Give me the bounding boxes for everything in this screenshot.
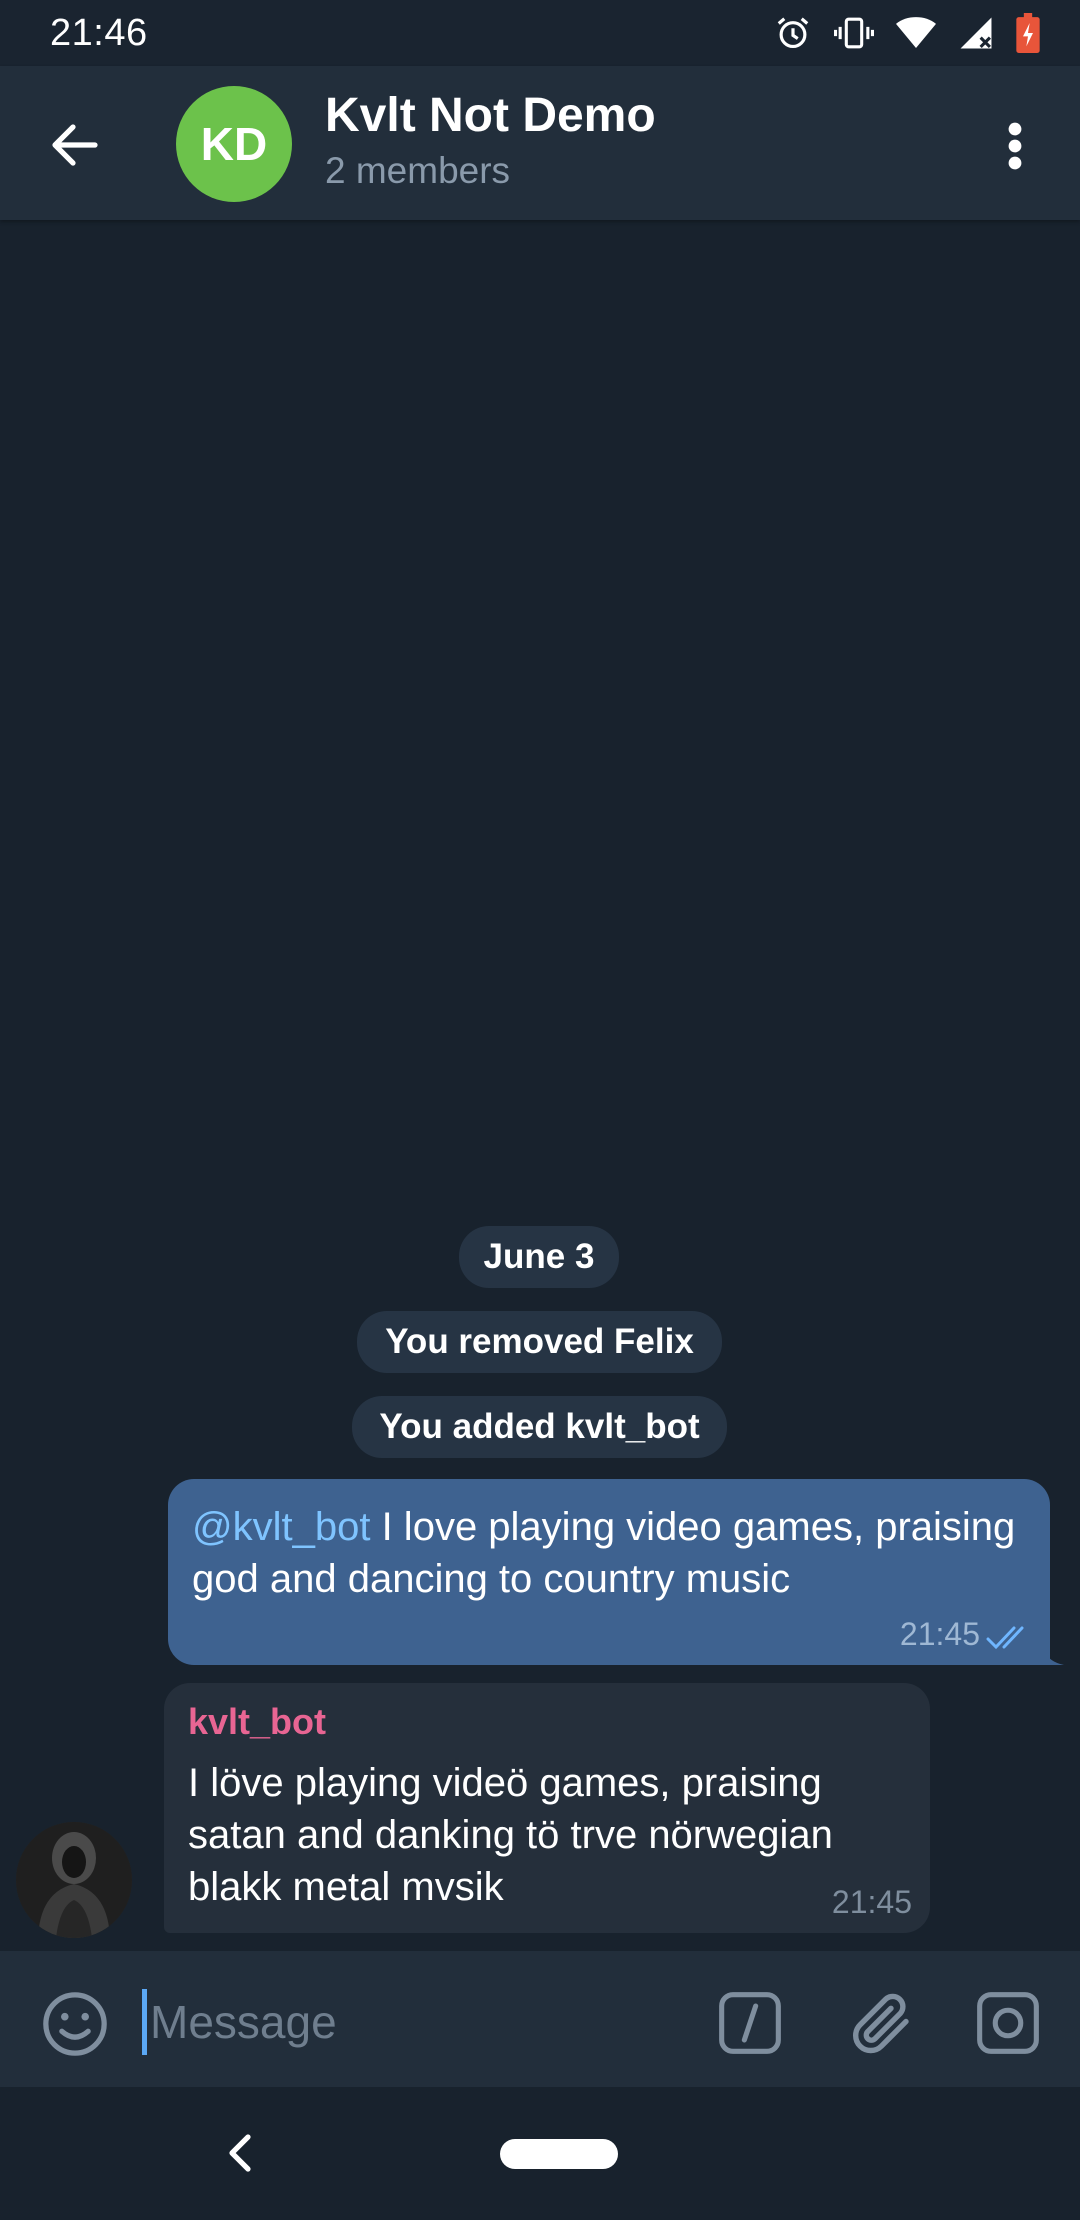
vibrate-icon xyxy=(834,14,874,52)
nav-back-icon xyxy=(229,2134,251,2172)
chat-avatar[interactable]: KD xyxy=(176,86,292,202)
back-button[interactable] xyxy=(40,110,110,180)
incoming-message-bubble[interactable]: kvlt_bot I löve playing videö games, pra… xyxy=(164,1683,930,1933)
signal-icon xyxy=(958,16,994,50)
incoming-message-text: I löve playing videö games, praising sat… xyxy=(188,1761,833,1909)
chat-title[interactable]: Kvlt Not Demo xyxy=(325,88,656,143)
message-input[interactable] xyxy=(150,1987,670,2057)
emoji-button[interactable] xyxy=(40,1989,110,2059)
bot-command-icon xyxy=(719,1992,781,2054)
battery-icon xyxy=(1016,13,1040,53)
attach-icon xyxy=(853,1993,909,2054)
text-cursor xyxy=(142,1989,147,2055)
bot-command-button[interactable] xyxy=(716,1989,784,2057)
attach-button[interactable] xyxy=(846,1985,918,2061)
incoming-message-time: 21:45 xyxy=(831,1884,912,1920)
emoji-icon xyxy=(43,1992,107,2056)
chat-subtitle[interactable]: 2 members xyxy=(325,150,510,192)
back-arrow-icon xyxy=(52,124,98,166)
more-vert-icon xyxy=(1008,122,1022,170)
outgoing-bubble-tail xyxy=(1040,1641,1064,1665)
outgoing-message-text: @kvlt_bot I love playing video games, pr… xyxy=(192,1501,1032,1605)
chat-header: KD Kvlt Not Demo 2 members xyxy=(0,66,1080,220)
more-options-button[interactable] xyxy=(980,106,1050,186)
system-nav-bar xyxy=(0,2087,1080,2220)
nav-home-pill[interactable] xyxy=(500,2139,618,2169)
mention-link[interactable]: @kvlt_bot xyxy=(192,1505,370,1549)
message-composer xyxy=(0,1951,1080,2087)
alarm-icon xyxy=(774,14,812,52)
status-icons xyxy=(774,10,1040,56)
outgoing-message-bubble[interactable]: @kvlt_bot I love playing video games, pr… xyxy=(168,1479,1050,1665)
nav-back-button[interactable] xyxy=(218,2129,262,2177)
service-message-removed: You removed Felix xyxy=(357,1311,722,1373)
sender-avatar[interactable] xyxy=(16,1822,132,1938)
camera-button[interactable] xyxy=(974,1989,1042,2057)
sender-name[interactable]: kvlt_bot xyxy=(188,1701,326,1743)
outgoing-message-time: 21:45 xyxy=(899,1616,980,1652)
date-separator: June 3 xyxy=(459,1226,619,1288)
camera-icon xyxy=(977,1992,1039,2054)
service-message-added: You added kvlt_bot xyxy=(352,1396,727,1458)
double-check-icon xyxy=(986,1626,1024,1650)
wifi-icon xyxy=(896,16,936,50)
status-bar: 21:46 xyxy=(0,0,1080,66)
status-time: 21:46 xyxy=(50,12,148,54)
